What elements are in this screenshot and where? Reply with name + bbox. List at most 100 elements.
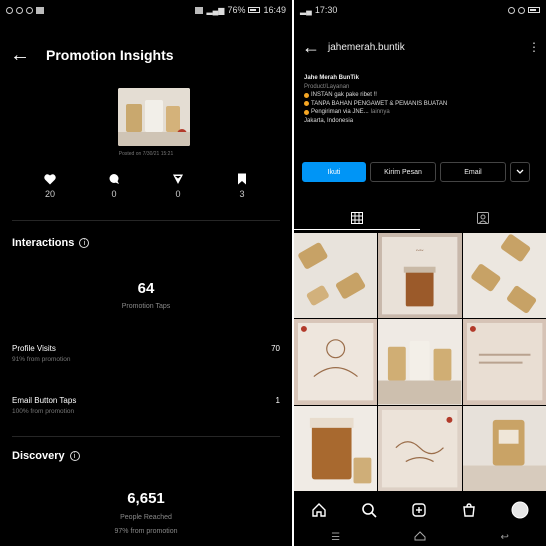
people-reached-count: 6,651 — [127, 490, 165, 507]
metric-email-button-taps: Email Button Taps 100% from promotion 1 — [12, 396, 280, 415]
stat-likes: 20 — [30, 172, 70, 199]
people-reached-sub: 97% from promotion — [114, 528, 178, 535]
notification-icon — [16, 6, 23, 14]
bio-line-text: TANPA BAHAN PENGAWET & PEMANIS BUATAN — [311, 100, 448, 107]
message-button[interactable]: Kirim Pesan — [370, 162, 436, 182]
promotion-insights-screen: ▂▄▆ 76% 16:49 ← Promotion Insights Poste… — [0, 0, 292, 546]
metric-sub: 100% from promotion — [12, 408, 75, 415]
shop-icon[interactable] — [461, 502, 477, 523]
heart-icon — [30, 172, 70, 186]
metric-profile-visits: Profile Visits 91% from promotion 70 — [12, 344, 280, 363]
profile-username: jahemerah.buntik — [328, 41, 405, 53]
bio-line-text: Pengiriman via JNE... — [311, 109, 369, 115]
tab-tagged[interactable] — [420, 206, 546, 230]
bookmark-icon — [222, 172, 262, 186]
profile-actions: Ikuti Kirim Pesan Email — [302, 162, 538, 182]
bio-line: Pengiriman via JNE... lainnya — [304, 108, 538, 117]
email-button[interactable]: Email — [440, 162, 506, 182]
stat-value: 0 — [111, 189, 117, 199]
section-title: Discovery — [12, 450, 65, 462]
post-tile[interactable]: ~~ — [378, 233, 462, 319]
section-title: Interactions — [12, 237, 75, 249]
post-tile[interactable] — [294, 233, 378, 319]
bio-line-text: INSTAN gak pake ribet !! — [311, 92, 377, 98]
metric-sub: 91% from promotion — [12, 356, 71, 363]
profile-screen: ▂▄ 17:30 ← jahemerah.buntik ⋮ Jahe Merah… — [294, 0, 546, 546]
notification-icon — [36, 6, 44, 14]
status-bar: ▂▄ 17:30 — [294, 0, 546, 20]
divider — [12, 436, 280, 437]
system-back-icon[interactable]: ↩ — [500, 532, 508, 543]
profile-header: ← jahemerah.buntik ⋮ — [294, 36, 546, 58]
profile-bio: Jahe Merah BunTik Product/Layanan INSTAN… — [304, 74, 538, 125]
profile-tabs — [294, 206, 546, 230]
nfc-icon — [195, 6, 204, 14]
back-arrow-icon[interactable]: ← — [0, 44, 40, 67]
metric-value: 70 — [271, 344, 280, 353]
bio-more-link[interactable]: lainnya — [371, 108, 390, 117]
post-tile[interactable] — [378, 405, 462, 491]
status-icons-left: ▂▄ 17:30 — [300, 5, 337, 15]
info-icon[interactable]: i — [79, 238, 90, 248]
metric-value: 1 — [275, 396, 280, 405]
bullet-icon — [304, 101, 309, 107]
divider — [12, 220, 280, 221]
grid-icon — [351, 211, 363, 224]
battery-icon — [528, 7, 540, 13]
signal-icon: ▂▄ — [300, 5, 312, 15]
status-bar: ▂▄▆ 76% 16:49 — [0, 0, 292, 20]
post-tile[interactable] — [462, 319, 546, 405]
interactions-heading: Interactions i — [12, 237, 90, 249]
page-title: Promotion Insights — [46, 47, 174, 63]
promotion-taps-label: Promotion Taps — [121, 303, 171, 310]
status-icons-right — [508, 6, 540, 14]
discovery-heading: Discovery i — [12, 450, 80, 462]
tab-grid[interactable] — [294, 206, 420, 230]
battery-icon — [248, 7, 261, 13]
home-icon[interactable] — [311, 502, 327, 523]
post-tile[interactable] — [462, 233, 546, 319]
stat-value: 20 — [44, 189, 55, 199]
post-tile[interactable] — [378, 319, 462, 405]
post-tile[interactable] — [294, 319, 378, 405]
stat-comments: 0 — [94, 172, 134, 199]
profile-avatar-icon[interactable] — [511, 501, 529, 524]
new-post-icon[interactable] — [411, 502, 427, 523]
post-tile[interactable] — [462, 405, 546, 491]
people-reached-label: People Reached — [120, 514, 172, 521]
recent-apps-icon[interactable]: ☰ — [331, 532, 340, 543]
wifi-icon — [508, 6, 515, 14]
post-tile[interactable] — [294, 405, 378, 491]
promotion-taps-count: 64 — [137, 280, 155, 297]
status-icons-right: ▂▄▆ 76% 16:49 — [195, 5, 286, 15]
stat-value: 3 — [239, 189, 245, 199]
suggested-dropdown-button[interactable] — [510, 162, 530, 182]
status-icons-left — [6, 6, 44, 14]
bio-name: Jahe Merah BunTik — [304, 75, 359, 81]
signal-icon: ▂▄▆ — [206, 5, 225, 15]
header: ← Promotion Insights — [0, 40, 292, 70]
posts-grid: ~~ — [294, 233, 546, 491]
stat-shares: 0 — [158, 172, 198, 199]
data-icon — [518, 6, 525, 14]
status-time: 16:49 — [263, 5, 286, 15]
comment-icon — [94, 172, 134, 186]
more-options-icon[interactable]: ⋮ — [522, 40, 546, 54]
info-icon[interactable]: i — [69, 451, 80, 461]
search-icon[interactable] — [361, 502, 377, 523]
post-thumbnail[interactable] — [118, 88, 190, 146]
bio-location: Jakarta, Indonesia — [304, 117, 354, 124]
bullet-icon — [304, 109, 309, 115]
bullet-icon — [304, 92, 309, 98]
bottom-navigation — [294, 498, 546, 526]
follow-button[interactable]: Ikuti — [302, 162, 366, 182]
status-time: 17:30 — [314, 5, 338, 15]
notification-icon — [26, 6, 33, 14]
bio-line: TANPA BAHAN PENGAWET & PEMANIS BUATAN — [304, 100, 538, 109]
metric-label: Profile Visits — [12, 344, 56, 353]
stat-saves: 3 — [222, 172, 262, 199]
home-button-icon[interactable] — [414, 530, 426, 544]
back-arrow-icon[interactable]: ← — [294, 37, 328, 58]
metric-label: Email Button Taps — [12, 396, 77, 405]
post-date: Posted on 7/30/21 15:21 — [118, 151, 174, 157]
